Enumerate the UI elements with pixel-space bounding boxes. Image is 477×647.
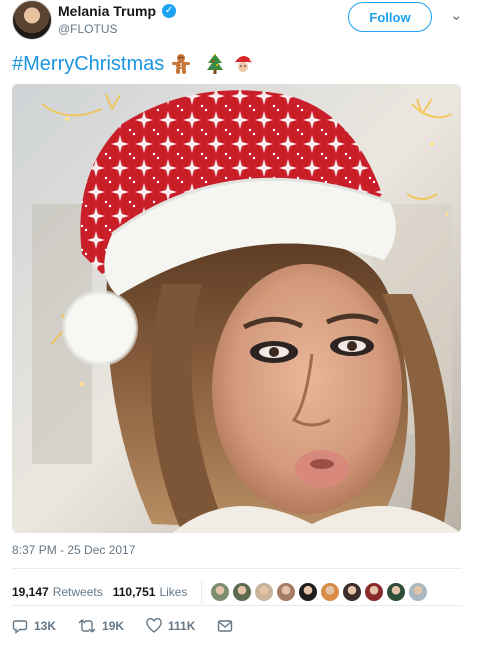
tweet-stats: 19,147 Retweets 110,751 Likes <box>12 580 429 604</box>
like-button[interactable]: 111K <box>146 618 195 634</box>
divider <box>12 568 462 569</box>
reply-count: 13K <box>34 619 57 633</box>
envelope-icon <box>218 620 233 632</box>
liker-avatar[interactable] <box>298 582 319 602</box>
divider <box>201 580 203 604</box>
tweet-text: #MerryChristmas <box>12 50 254 78</box>
follow-button[interactable]: Follow <box>348 2 432 32</box>
retweet-icon <box>78 619 96 633</box>
reply-button[interactable]: 13K <box>12 618 56 634</box>
liker-avatar[interactable] <box>232 582 253 602</box>
liker-avatar[interactable] <box>364 582 385 602</box>
santa-hat-selfie-illustration <box>12 84 461 533</box>
liker-avatar[interactable] <box>342 582 363 602</box>
liker-avatar[interactable] <box>386 582 407 602</box>
hashtag-link[interactable]: #MerryChristmas <box>12 50 164 78</box>
liker-avatar[interactable] <box>320 582 341 602</box>
divider <box>12 605 462 606</box>
santa-icon <box>232 53 254 75</box>
christmas-tree-icon <box>204 53 226 75</box>
liker-avatar[interactable] <box>254 582 275 602</box>
author-handle[interactable]: @FLOTUS <box>58 22 118 36</box>
likes-count[interactable]: 110,751 <box>113 585 156 599</box>
heart-icon <box>146 618 162 633</box>
retweets-label[interactable]: Retweets <box>53 585 103 599</box>
retweet-button[interactable]: 19K <box>78 618 124 634</box>
author-avatar[interactable] <box>12 0 52 40</box>
verified-badge-icon: ✓ <box>162 4 177 18</box>
tweet-timestamp[interactable]: 8:37 PM - 25 Dec 2017 <box>12 543 135 557</box>
retweet-count: 19K <box>102 619 125 633</box>
retweets-count[interactable]: 19,147 <box>12 585 49 599</box>
author-display-name[interactable]: Melania Trump <box>58 3 156 19</box>
direct-message-button[interactable] <box>217 618 233 634</box>
tweet-header: Melania Trump ✓ @FLOTUS Follow ⌄ <box>12 0 467 44</box>
chevron-down-icon[interactable]: ⌄ <box>450 6 463 24</box>
tweet-photo[interactable] <box>12 84 461 533</box>
tweet-actions: 13K 19K 111K <box>12 618 255 634</box>
liker-avatar[interactable] <box>408 582 429 602</box>
liker-avatar[interactable] <box>210 582 231 602</box>
like-count: 111K <box>168 619 196 633</box>
gingerbread-man-icon <box>170 53 192 75</box>
liker-avatars <box>210 582 429 602</box>
likes-label[interactable]: Likes <box>159 585 187 599</box>
liker-avatar[interactable] <box>276 582 297 602</box>
author-name-row[interactable]: Melania Trump ✓ <box>58 3 177 19</box>
reply-icon <box>12 620 28 634</box>
